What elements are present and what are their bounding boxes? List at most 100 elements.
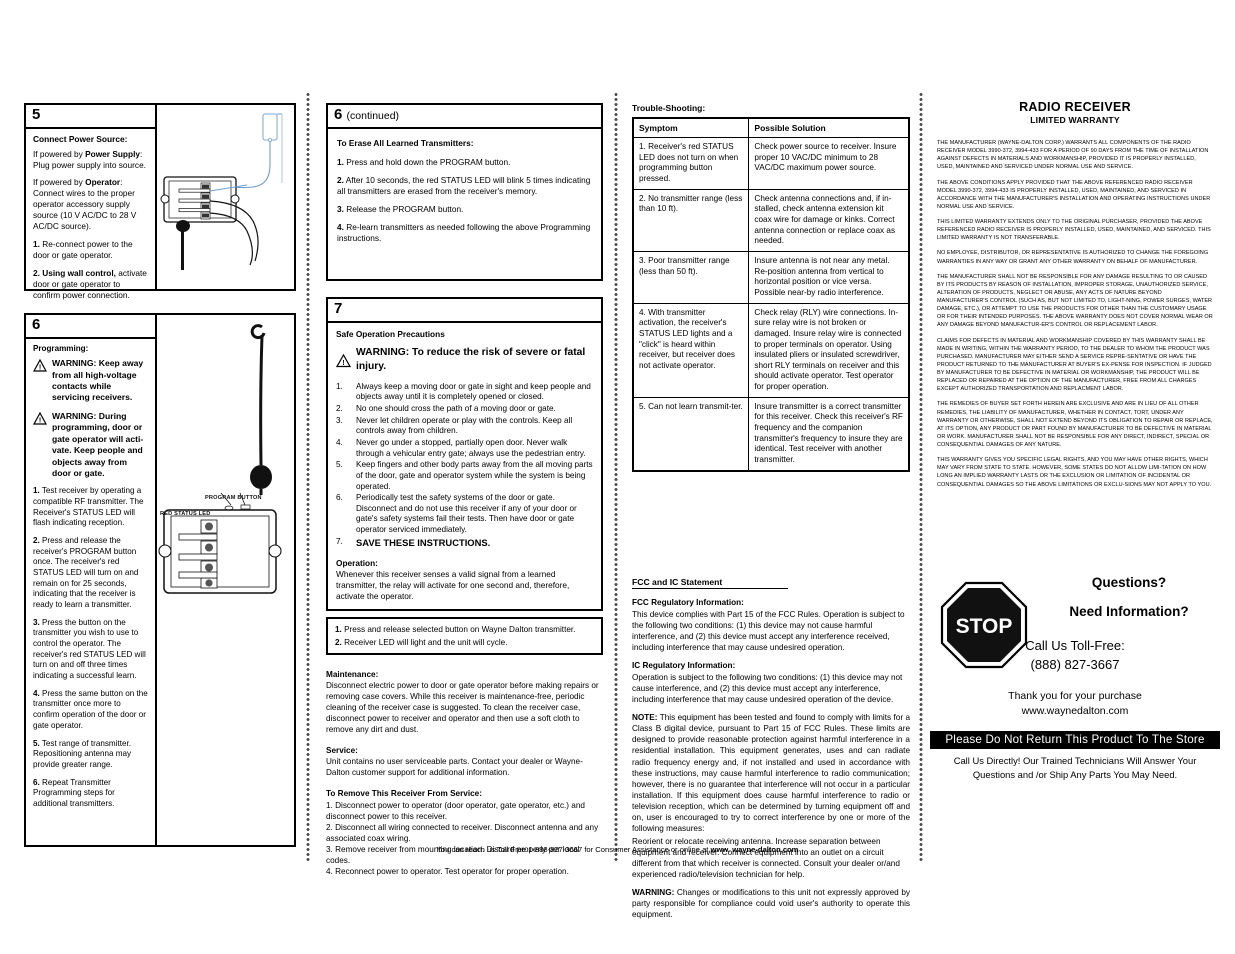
step-5-item-1: 1. Re-connect power to the door or gate … [33,239,133,261]
questions-heading: Questions? [1091,575,1167,590]
step-5-number: 5 [26,105,155,129]
fcc-warning: WARNING: Changes or modifications to thi… [632,888,910,920]
table-row: 5. Can not learn transmit-ter. Insure tr… [632,396,910,472]
warranty-title: RADIO RECEIVER [1019,100,1131,114]
need-information-heading: Need Information? [1069,604,1189,619]
warning-row-2: ! WARNING: During programming, door or g… [33,411,148,480]
step-6-heading: Programming: [33,343,89,353]
precaution-item: 1. Always keep a moving door or gate in s… [336,381,591,402]
call-directly-text: Call Us Directly! Our Trained Technician… [930,754,1220,781]
step-6-continued-number: 6 [334,106,343,123]
operation-step-2: 2. Receiver LED will light and the unit … [335,637,508,647]
warning-triangle-icon: ! [33,359,47,372]
fcc-note: NOTE: This equipment has been tested and… [632,713,910,833]
step-6-continued-label: (continued) [346,110,400,122]
step-6-item-4: 4. Press the same button on the transmit… [33,688,148,730]
symptom-cell: 5. Can not learn transmit-ter. [632,396,750,472]
solution-cell: Check relay (RLY) wire connections. In-s… [748,302,910,398]
do-not-return-banner: Please Do Not Return This Product To The… [930,731,1220,750]
service-heading: Service: [326,746,358,756]
fcc-regulatory-text: This device complies with Part 15 of the… [632,609,905,652]
step-7-warning-row: ! WARNING: To reduce the risk of severe … [336,346,593,373]
operation-heading: Operation: [336,558,378,568]
stop-sign-icon: STOP [940,581,1028,669]
precautions-list: 1. Always keep a moving door or gate in s… [336,382,593,549]
warranty-paragraph: NO EMPLOYEE, DISTRIBUTOR, OR REPRESENTAT… [937,250,1209,265]
step-5-heading: Connect Power Source: [33,133,128,144]
erase-item-4: 4. Re-learn transmitters as needed follo… [337,222,591,244]
step-6-continued-body: To Erase All Learned Transmitters: 1. Pr… [328,129,601,261]
precaution-item: 3. Never let children operate or play wit… [336,415,573,436]
table-row: 2. No transmitter range (less than 10 ft… [632,188,910,252]
symptom-cell: 4. With transmitter activation, the rece… [632,302,750,398]
cut-line-2 [612,92,620,862]
warranty-paragraph: THE MANUFACTURER SHALL NOT BE RESPONSIBL… [937,273,1213,329]
erase-item-2: 2. After 10 seconds, the red STATUS LED … [337,175,591,197]
warning-text-1: WARNING: Keep away from all high-voltage… [52,358,144,403]
questions-block: STOP Questions? Need Information? Call U… [930,575,1220,781]
warranty-paragraph: THE MANUFACTURER (WAYNE-DALTON CORP.) WA… [937,140,1209,171]
step-5-p2: If powered by Operator: Connect wires to… [33,177,137,232]
trouble-shooting-table: Symptom Possible Solution 1. Receiver's … [632,117,910,472]
warning-row-1: ! WARNING: Keep away from all high-volta… [33,358,148,404]
step-6-continued-header: 6 (continued) [328,105,601,129]
call-directly-line-2: Questions and /or Ship Any Parts You May… [972,768,1178,780]
wiring-diagram-svg [160,113,283,270]
cut-line-1 [304,92,312,862]
maintenance-text: Disconnect electric power to door or gat… [326,680,599,735]
operation-step-1: 1. Press and release selected button on … [335,624,576,634]
solution-cell: Insure transmitter is a correct transmit… [748,396,910,472]
precaution-item: 5. Keep fingers and other body parts away… [336,460,593,491]
column-two: 6 (continued) To Erase All Learned Trans… [326,103,603,877]
cut-line-3 [917,92,925,862]
svg-text:!: ! [39,417,41,424]
receiver-wiring-diagram [157,105,294,289]
step-7-number: 7 [328,299,601,323]
thank-you-block: Thank you for your purchase www.waynedal… [930,689,1220,719]
manual-page: 5 Connect Power Source: If powered by Po… [0,0,1235,954]
step-7-heading: Safe Operation Precautions [336,328,445,339]
call-directly-line-1: Call Us Directly! Our Trained Technician… [953,755,1197,767]
step-7-box: 7 Safe Operation Precautions ! WARNING: … [326,297,603,611]
erase-item-3: 3. Release the PROGRAM button. [337,204,464,215]
warranty-paragraph: THIS WARRANTY GIVES YOU SPECIFIC LEGAL R… [937,457,1212,488]
warning-triangle-icon: ! [33,411,47,425]
trouble-shooting-title: Trouble-Shooting: [632,103,706,113]
erase-item-1: 1. Press and hold down the PROGRAM butto… [337,157,511,168]
svg-text:!: ! [342,360,344,367]
website-url[interactable]: www.waynedalton.com [930,704,1220,719]
ic-regulatory-text: Operation is subject to the following tw… [632,673,903,705]
erase-heading: To Erase All Learned Transmitters: [337,137,474,148]
remove-service-heading: To Remove This Receiver From Service: [326,789,482,799]
symptom-cell: 3. Poor transmitter range (less than 50 … [632,250,750,304]
operation-steps-box: 1. Press and release selected button on … [326,616,603,655]
column-header-symptom: Symptom [632,117,750,138]
stop-sign-label: STOP [956,615,1013,638]
column-three: Trouble-Shooting: Symptom Possible Solut… [632,103,910,927]
step-6-body: Programming: ! WARNING: Keep away from a… [26,339,155,823]
warranty-paragraph: THE ABOVE CONDITIONS APPLY PROVIDED THAT… [937,179,1211,210]
precaution-item-save: 7. SAVE THESE INSTRUCTIONS. [336,536,491,548]
svg-text:!: ! [39,365,41,372]
solution-cell: Check antenna connections and, if in-sta… [748,188,910,252]
operation-text: Whenever this receiver senses a valid si… [336,568,570,601]
step-7-warning-text: WARNING: To reduce the risk of severe or… [356,347,586,373]
precaution-item: 6. Periodically test the safety systems o… [336,493,577,535]
warranty-paragraph: THE REMEDIES OF BUYER SET FORTH HEREIN A… [937,401,1213,448]
step-5-p1: If powered by Power Supply: Plug power s… [33,148,146,170]
remove-line-1: 1. Disconnect power to operator (door op… [326,800,585,821]
footer-url: www. wayne-dalton.com [710,845,799,854]
table-row: 3. Poor transmitter range (less than 50 … [632,250,910,304]
warranty-paragraph: THIS LIMITED WARRANTY EXTENDS ONLY TO TH… [937,219,1211,242]
maintenance-heading: Maintenance: [326,669,379,679]
receiver-antenna-diagram: PROGRAM BUTTON RED STATUS LED [157,315,294,845]
step-6-item-5: 5. Test range of transmitter. Reposition… [33,738,132,769]
warranty-body: THE MANUFACTURER (WAYNE-DALTON CORP.) WA… [937,139,1213,489]
step-6-item-2: 2. Press and release the receiver's PROG… [33,536,139,610]
stop-sign: STOP [938,579,1030,671]
warning-text-2: WARNING: During programming, door or gat… [52,410,144,478]
warranty-subtitle: LIMITED WARRANTY [1030,115,1120,125]
table-row: 1. Receiver's red STATUS LED does not tu… [632,137,910,190]
precaution-item: 2. No one should cross the path of a movi… [336,403,556,413]
symptom-cell: 2. No transmitter range (less than 10 ft… [632,188,750,252]
